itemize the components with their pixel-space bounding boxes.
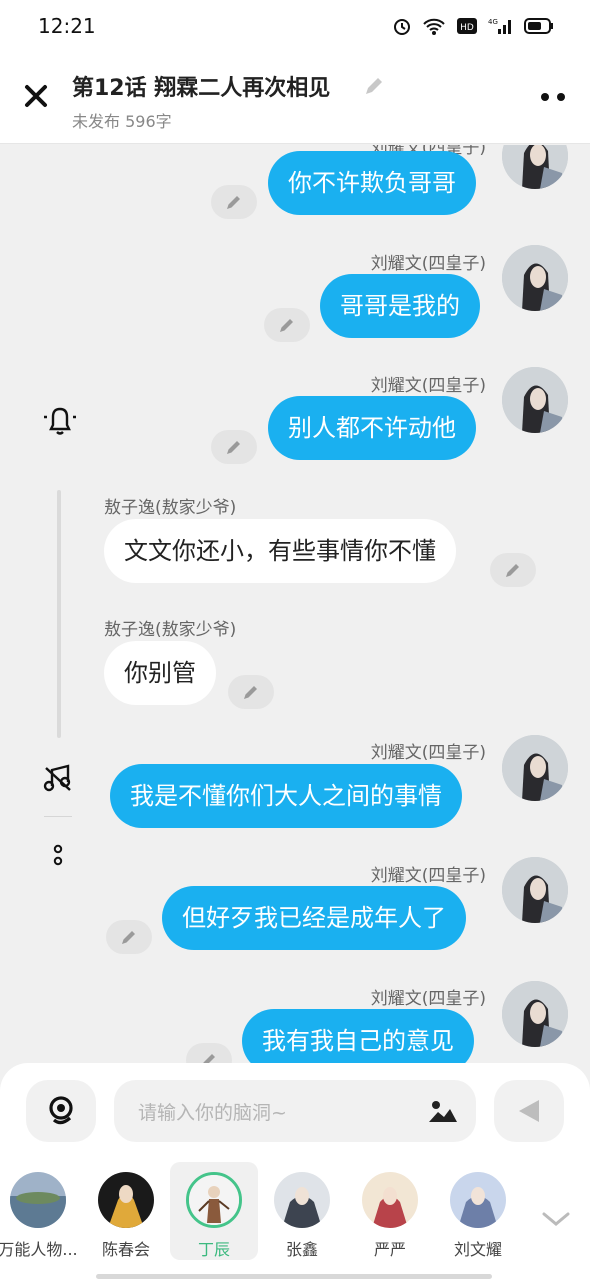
send-button[interactable] [494,1080,564,1142]
input-placeholder: 请输入你的脑洞~ [138,1102,287,1124]
edit-message-button[interactable] [211,430,257,464]
avatar[interactable] [502,857,568,923]
page-title: 第12话 翔霖二人再次相见 [72,76,331,101]
avatar[interactable] [502,245,568,311]
pencil-icon [244,686,257,699]
chat-area[interactable]: 刘耀文(四皇子) 你不许欺负哥哥 刘耀文(四皇子) 哥哥是我的 刘耀文(四皇子)… [0,145,590,1065]
character-item[interactable]: 张鑫 [258,1162,346,1260]
character-name: 张鑫 [285,1240,318,1259]
message-bubble[interactable]: 哥哥是我的 [320,274,480,338]
scroll-indicator [96,1274,492,1279]
message-bubble[interactable]: 你不许欺负哥哥 [268,151,476,215]
avatar[interactable] [502,367,568,433]
battery-icon [524,18,553,34]
message-bubble[interactable]: 我是不懂你们大人之间的事情 [110,764,462,828]
edit-message-button[interactable] [264,308,310,342]
input-area: 请输入你的脑洞~ [0,1063,590,1160]
avatar[interactable] [502,981,568,1047]
avatar[interactable] [502,145,568,189]
alarm-icon [394,19,410,35]
message-sender: 刘耀文(四皇子) [370,743,486,763]
bell-icon[interactable] [40,403,80,437]
hd-label: HD [460,23,474,33]
edit-message-button[interactable] [490,553,536,587]
character-avatar [450,1172,506,1228]
message-sender: 敖子逸(敖家少爷) [104,620,237,640]
avatar[interactable] [502,735,568,801]
edit-title-icon[interactable] [362,74,386,98]
message-sender: 敖子逸(敖家少爷) [104,498,237,518]
pencil-icon [506,564,519,577]
more-vertical-icon[interactable] [50,842,66,868]
character-bar: 万能人物... 陈春会 丁辰 张鑫 严严 刘文耀 [0,1160,590,1280]
character-item[interactable]: 陈春会 [82,1162,170,1260]
pencil-icon [280,319,293,332]
character-name: 严严 [373,1240,406,1259]
edit-message-button[interactable] [186,1043,232,1065]
character-name: 万能人物... [0,1240,78,1259]
pencil-icon [227,441,240,454]
edit-message-button[interactable] [211,185,257,219]
character-avatar [98,1172,154,1228]
message-input[interactable]: 请输入你的脑洞~ [114,1080,476,1142]
pencil-icon [227,196,240,209]
message-bubble[interactable]: 别人都不许动他 [268,396,476,460]
more-icon[interactable] [538,90,568,104]
side-separator [44,816,72,817]
image-icon[interactable] [428,1098,458,1124]
music-off-icon[interactable] [42,762,74,794]
character-avatar [362,1172,418,1228]
message-bubble[interactable]: 你别管 [104,641,216,705]
voice-icon [49,1096,73,1125]
message-sender: 刘耀文(四皇子) [370,989,486,1009]
hd-icon: HD [457,18,477,34]
status-bar: 12:21 HD 4G [0,0,590,52]
status-icons: HD 4G [392,14,554,38]
message-sender: 刘耀文(四皇子) [370,376,486,396]
character-item-active[interactable]: 丁辰 [170,1162,258,1260]
character-name: 陈春会 [101,1240,150,1259]
close-icon[interactable] [20,80,52,112]
message-bubble[interactable]: 我有我自己的意见 [242,1009,474,1065]
side-divider [57,490,61,738]
character-name: 丁辰 [197,1240,230,1259]
message-bubble[interactable]: 文文你还小，有些事情你不懂 [104,519,456,583]
message-sender: 刘耀文(四皇子) [370,254,486,274]
wifi-icon [423,18,445,35]
edit-message-button[interactable] [228,675,274,709]
message-sender: 刘耀文(四皇子) [370,866,486,886]
header: 第12话 翔霖二人再次相见 未发布 596字 [0,52,590,144]
character-avatar [186,1172,242,1228]
status-time: 12:21 [38,14,96,38]
voice-button[interactable] [26,1080,96,1142]
character-item[interactable]: 万能人物... [0,1162,82,1260]
network-label: 4G [488,18,498,26]
character-avatar [10,1172,66,1228]
character-item[interactable]: 严严 [346,1162,434,1260]
character-avatar [274,1172,330,1228]
character-item[interactable]: 刘文耀 [434,1162,522,1260]
chevron-down-icon[interactable] [540,1208,572,1230]
character-name: 刘文耀 [453,1240,502,1259]
message-bubble[interactable]: 但好歹我已经是成年人了 [162,886,466,950]
signal-icon: 4G [488,18,511,34]
pencil-icon [122,931,135,944]
chapter-status: 未发布 596字 [72,112,172,131]
send-icon [519,1100,539,1122]
edit-message-button[interactable] [106,920,152,954]
